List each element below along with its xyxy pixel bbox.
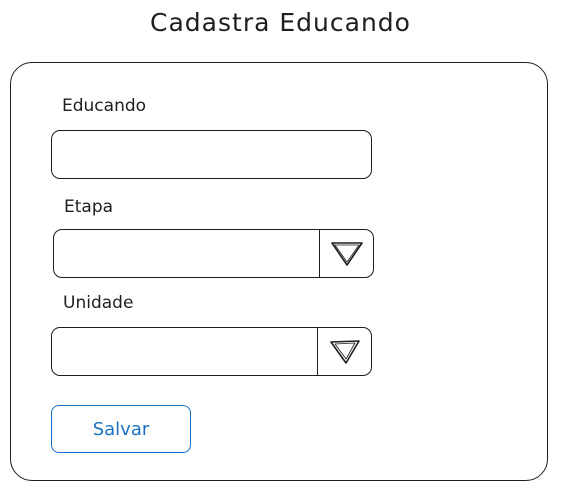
save-button[interactable]: Salvar xyxy=(51,405,191,453)
triangle-down-icon xyxy=(329,339,360,364)
etapa-select-toggle[interactable] xyxy=(319,230,373,277)
unidade-select[interactable] xyxy=(51,327,372,376)
triangle-down-icon xyxy=(330,241,363,266)
page-title: Cadastra Educando xyxy=(150,8,411,37)
educando-label: Educando xyxy=(62,96,147,116)
educando-input[interactable] xyxy=(51,130,372,179)
unidade-label: Unidade xyxy=(63,293,134,313)
etapa-label: Etapa xyxy=(64,197,114,217)
etapa-select[interactable] xyxy=(53,229,374,278)
unidade-select-toggle[interactable] xyxy=(317,328,371,375)
